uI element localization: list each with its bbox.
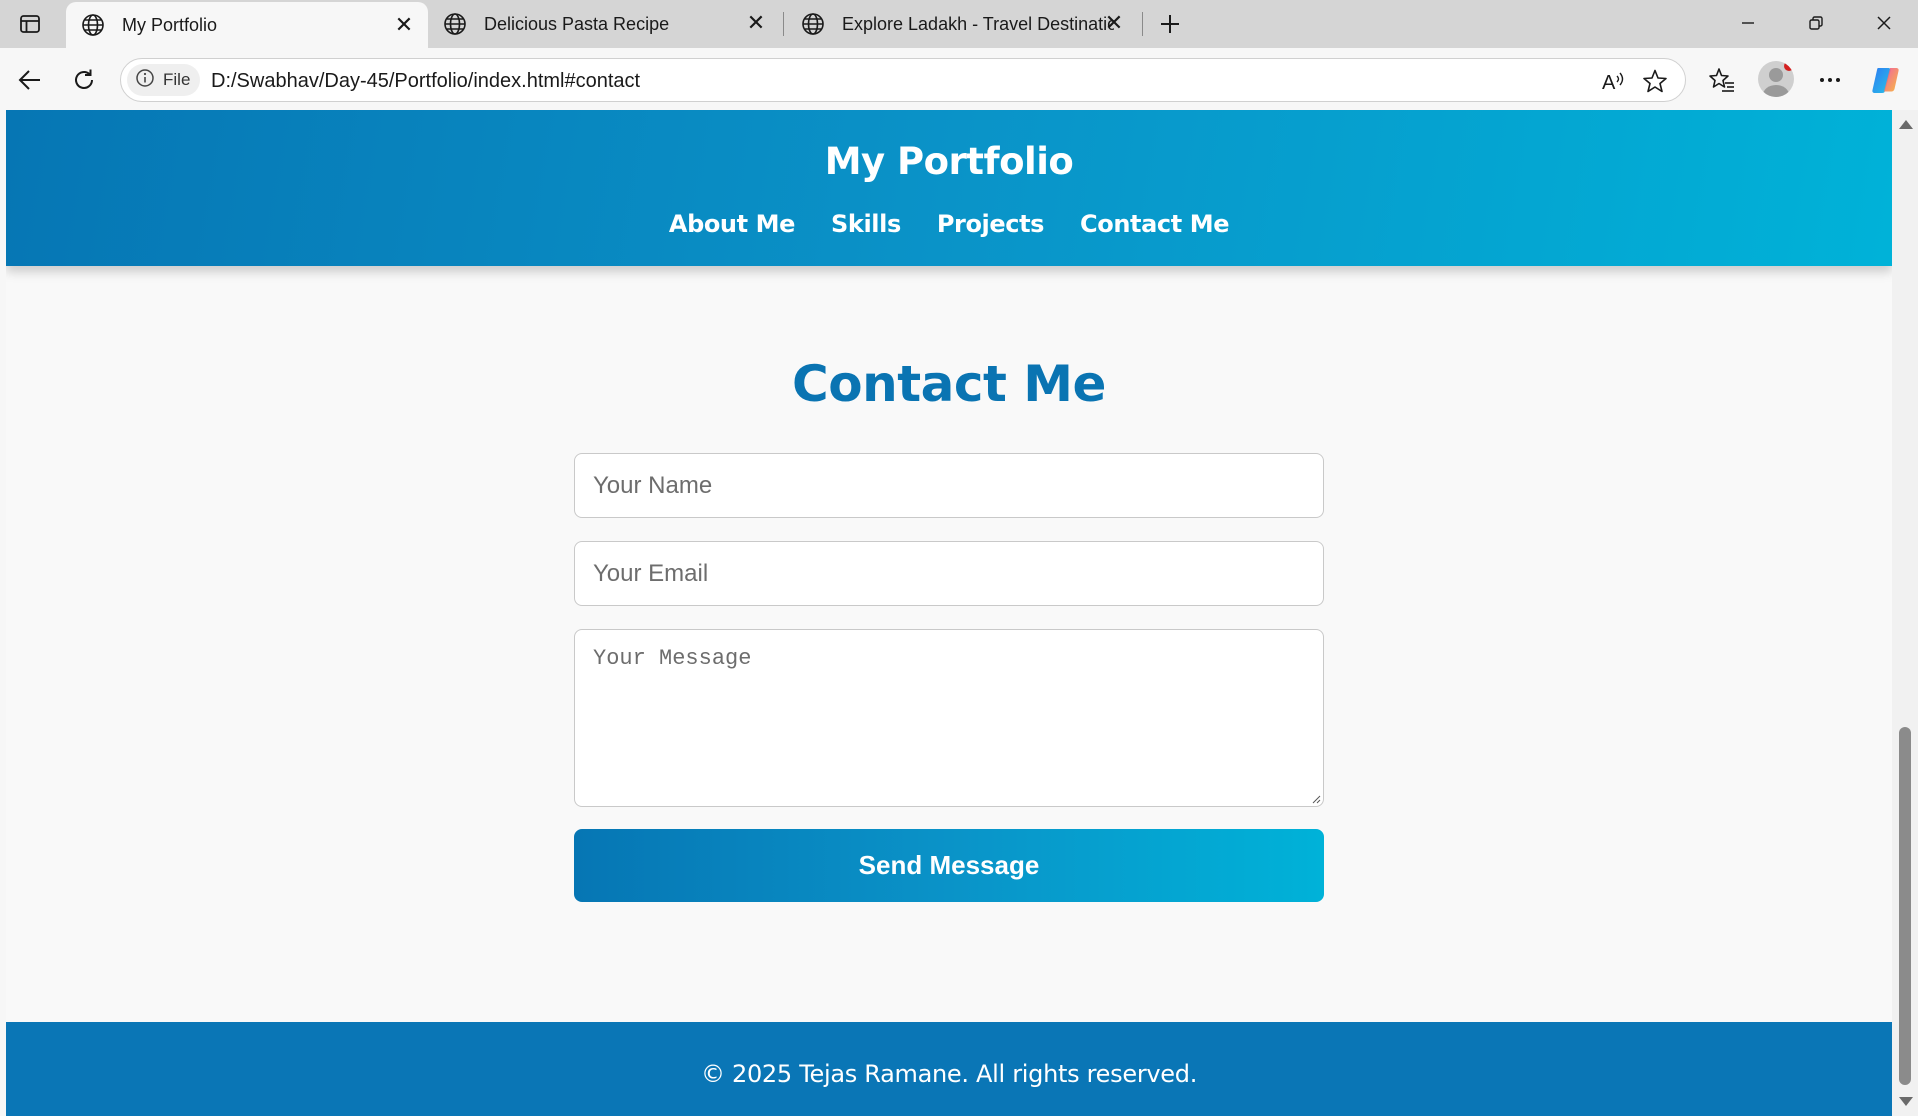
star-icon[interactable] xyxy=(1641,67,1669,95)
tab-my-portfolio[interactable]: My Portfolio ✕ xyxy=(66,2,428,48)
browser-toolbar: File D:/Swabhav/Day-45/Portfolio/index.h… xyxy=(0,48,1918,110)
profile-avatar[interactable] xyxy=(1758,61,1794,97)
read-aloud-icon[interactable]: A xyxy=(1599,67,1627,95)
reload-icon[interactable] xyxy=(66,62,102,98)
svg-text:A: A xyxy=(1602,72,1616,94)
page-viewport: My Portfolio About Me Skills Projects Co… xyxy=(6,110,1892,1116)
window-close-icon[interactable] xyxy=(1850,0,1918,46)
tab-delicious-pasta[interactable]: Delicious Pasta Recipe ✕ xyxy=(428,0,780,48)
tab-title: My Portfolio xyxy=(122,14,218,35)
plus-icon[interactable] xyxy=(1154,8,1186,40)
minimize-icon[interactable] xyxy=(1714,0,1782,46)
tab-strip: My Portfolio ✕ Delicious Pasta Recipe ✕ … xyxy=(0,0,1918,48)
name-input[interactable] xyxy=(574,453,1324,518)
footer-copyright: © 2025 Tejas Ramane. All rights reserved… xyxy=(700,1060,1198,1088)
nav-projects[interactable]: Projects xyxy=(937,210,1045,238)
resize-grip-icon[interactable] xyxy=(1311,794,1321,804)
security-chip-label: File xyxy=(163,70,191,89)
tab-separator xyxy=(1142,12,1143,36)
main-nav: About Me Skills Projects Contact Me xyxy=(6,210,1892,238)
copilot-icon[interactable] xyxy=(1868,62,1904,98)
close-icon[interactable]: ✕ xyxy=(1102,10,1126,35)
restore-icon[interactable] xyxy=(1782,0,1850,46)
tab-separator xyxy=(783,12,784,36)
tab-actions-icon[interactable] xyxy=(14,10,46,38)
tab-explore-ladakh[interactable]: Explore Ladakh - Travel Destinatio ✕ xyxy=(786,0,1138,48)
notification-dot xyxy=(1784,61,1794,71)
tab-title: Explore Ladakh - Travel Destinatio xyxy=(842,13,1114,34)
message-field-wrapper xyxy=(574,629,1324,807)
globe-icon xyxy=(442,11,468,37)
close-icon[interactable]: ✕ xyxy=(392,12,416,37)
globe-icon xyxy=(80,12,106,38)
back-arrow-icon[interactable] xyxy=(12,62,48,98)
site-info-chip[interactable]: File xyxy=(127,64,201,96)
info-icon xyxy=(135,68,155,93)
nav-about-me[interactable]: About Me xyxy=(669,210,796,238)
favorites-icon[interactable] xyxy=(1704,62,1740,98)
url-text[interactable]: D:/Swabhav/Day-45/Portfolio/index.html#c… xyxy=(211,70,640,93)
contact-heading: Contact Me xyxy=(792,355,1106,413)
site-title: My Portfolio xyxy=(824,140,1074,183)
nav-skills[interactable]: Skills xyxy=(831,210,901,238)
send-message-button[interactable]: Send Message xyxy=(574,829,1324,902)
nav-contact-me[interactable]: Contact Me xyxy=(1080,210,1229,238)
address-bar[interactable]: File D:/Swabhav/Day-45/Portfolio/index.h… xyxy=(120,58,1686,102)
site-header: My Portfolio About Me Skills Projects Co… xyxy=(6,110,1892,266)
scroll-down-arrow-icon[interactable] xyxy=(1899,1097,1913,1106)
vertical-scrollbar[interactable] xyxy=(1892,110,1918,1116)
globe-icon xyxy=(800,11,826,37)
email-input[interactable] xyxy=(574,541,1324,606)
message-textarea[interactable] xyxy=(574,629,1324,807)
scroll-thumb[interactable] xyxy=(1899,727,1911,1085)
close-icon[interactable]: ✕ xyxy=(744,10,768,35)
tab-title: Delicious Pasta Recipe xyxy=(484,13,670,34)
more-icon[interactable] xyxy=(1812,62,1848,98)
scroll-up-arrow-icon[interactable] xyxy=(1899,120,1913,129)
browser-window: My Portfolio ✕ Delicious Pasta Recipe ✕ … xyxy=(0,0,1918,1116)
site-footer: © 2025 Tejas Ramane. All rights reserved… xyxy=(6,1022,1892,1116)
